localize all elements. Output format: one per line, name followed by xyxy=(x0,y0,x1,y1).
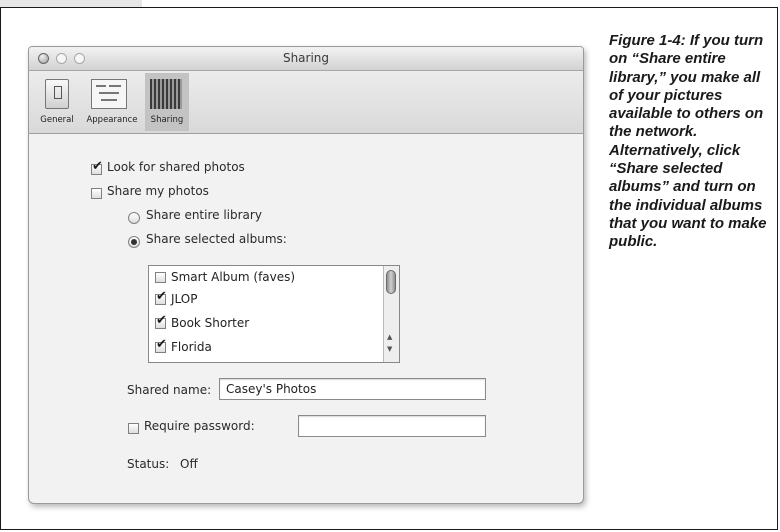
look-for-shared-photos-checkbox[interactable] xyxy=(91,160,103,175)
albums-list[interactable]: Smart Album (faves) JLOP Book Shorter Fl… xyxy=(148,265,400,363)
preferences-toolbar: General Appearance Sharing xyxy=(29,71,583,134)
password-field[interactable] xyxy=(298,415,486,437)
sharing-icon xyxy=(150,79,182,109)
album-label: Smart Album (faves) xyxy=(171,270,296,284)
tab-sharing[interactable]: Sharing xyxy=(145,73,189,131)
shared-name-field[interactable] xyxy=(219,378,486,400)
scroll-down-arrow-icon[interactable]: ▼ xyxy=(387,346,392,353)
album-label: Florida xyxy=(171,340,212,354)
share-selected-albums-radio[interactable] xyxy=(128,236,140,248)
status-value: Off xyxy=(180,457,198,471)
share-selected-albums-label: Share selected albums: xyxy=(146,232,287,246)
album-checkbox[interactable] xyxy=(155,338,167,353)
scroll-thumb[interactable] xyxy=(386,270,396,294)
list-item[interactable]: Book Shorter xyxy=(155,314,385,334)
figure-caption: Figure 1-4: If you turn on “Share entire… xyxy=(609,32,767,251)
tab-appearance-label: Appearance xyxy=(86,115,138,125)
general-icon xyxy=(45,79,69,109)
album-label: Book Shorter xyxy=(171,316,250,330)
album-checkbox[interactable] xyxy=(155,314,167,329)
list-item[interactable]: Smart Album (faves) xyxy=(155,270,385,288)
status-label: Status: xyxy=(127,457,170,471)
page-top-tab xyxy=(0,0,142,7)
share-entire-library-label: Share entire library xyxy=(146,208,262,222)
tab-general-label: General xyxy=(40,115,74,125)
album-label: JLOP xyxy=(171,292,198,306)
title-bar[interactable]: Sharing xyxy=(29,47,583,71)
window-title: Sharing xyxy=(282,51,330,65)
appearance-icon xyxy=(91,79,127,109)
require-password-checkbox[interactable] xyxy=(128,423,139,434)
look-for-shared-photos-label: Look for shared photos xyxy=(107,160,245,174)
scroll-up-arrow-icon[interactable]: ▲ xyxy=(387,334,392,341)
albums-scrollbar[interactable]: ▲ ▼ xyxy=(383,266,399,362)
share-my-photos-checkbox[interactable] xyxy=(91,188,102,199)
shared-name-label: Shared name: xyxy=(127,383,212,397)
album-checkbox[interactable] xyxy=(155,272,166,283)
album-checkbox[interactable] xyxy=(155,290,167,305)
list-item[interactable]: Florida xyxy=(155,338,385,358)
tab-sharing-label: Sharing xyxy=(150,115,184,125)
tab-general[interactable]: General xyxy=(33,73,81,131)
share-my-photos-label: Share my photos xyxy=(107,184,209,198)
require-password-label: Require password: xyxy=(144,419,255,433)
tab-appearance[interactable]: Appearance xyxy=(83,73,141,131)
list-item[interactable]: JLOP xyxy=(155,290,385,310)
share-entire-library-radio[interactable] xyxy=(128,212,140,224)
